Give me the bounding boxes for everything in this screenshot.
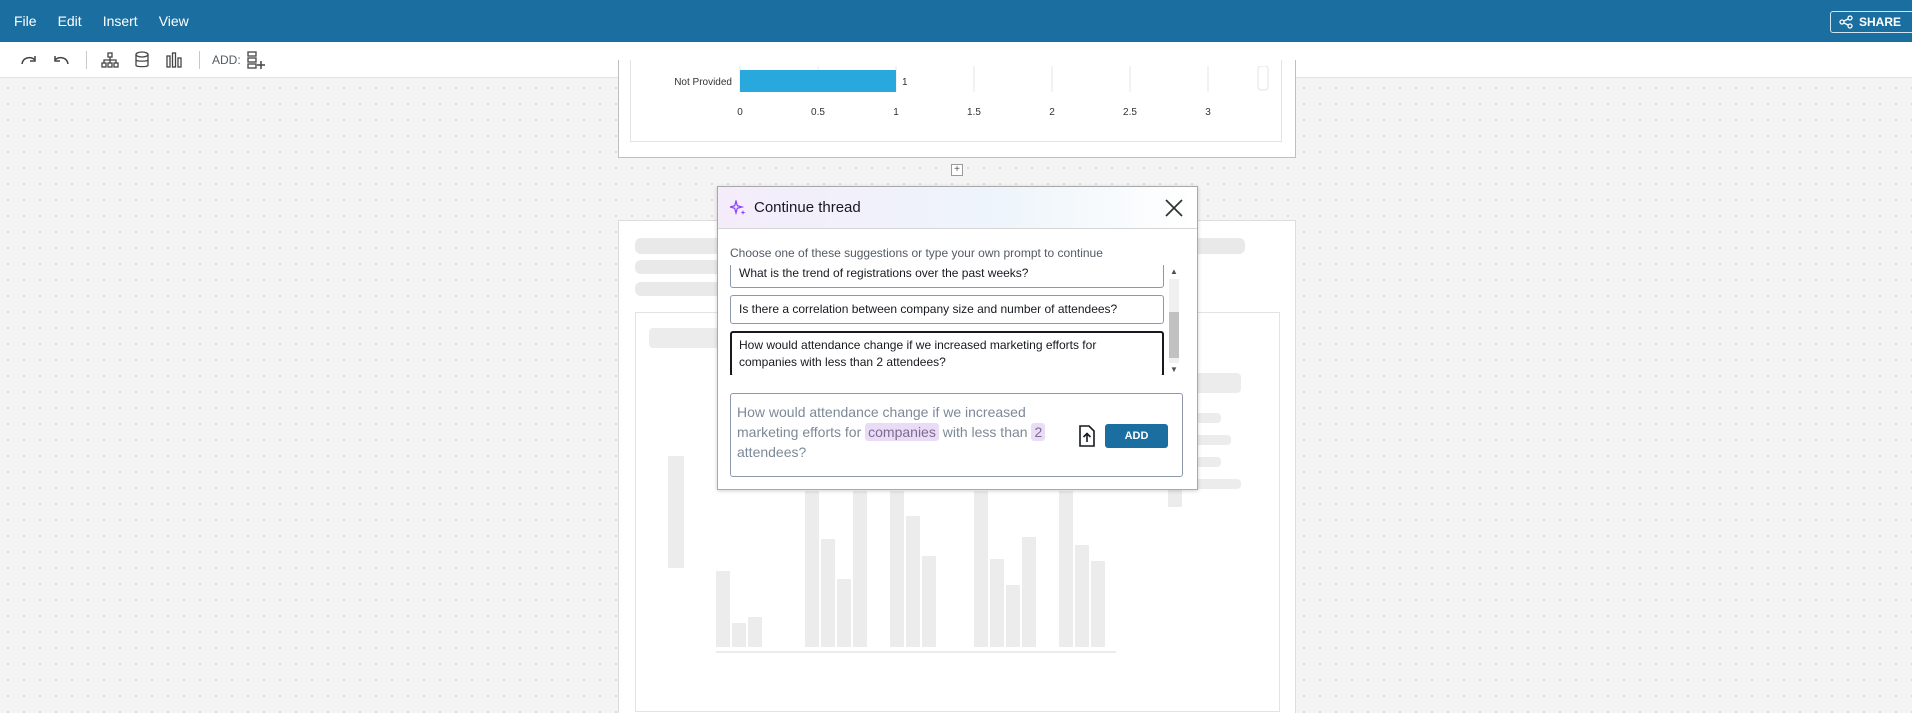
skeleton-column [748, 617, 762, 647]
upload-file-icon[interactable] [1077, 424, 1097, 448]
prompt-text-part: with less than [938, 424, 1032, 440]
menu-insert[interactable]: Insert [103, 13, 138, 29]
add-below-handle[interactable]: + [951, 164, 963, 176]
skeleton-column [890, 491, 904, 647]
x-tick-label: 0 [737, 107, 743, 118]
skeleton-column [732, 623, 746, 647]
skeleton-column [821, 539, 835, 647]
skeleton-column [1075, 545, 1089, 647]
x-tick-label: 1 [893, 107, 899, 118]
suggestion-item-selected[interactable]: How would attendance change if we increa… [730, 331, 1164, 375]
scroll-down-icon[interactable]: ▼ [1170, 365, 1178, 374]
menu-bar: File Edit Insert View SHARE [0, 0, 1912, 42]
x-tick-label: 2 [1049, 107, 1055, 118]
menu-edit[interactable]: Edit [58, 13, 82, 29]
prompt-chip-companies[interactable]: companies [865, 423, 939, 441]
close-icon[interactable] [1163, 197, 1185, 219]
add-visual-icon[interactable] [245, 49, 267, 71]
skeleton-column [1022, 537, 1036, 647]
scrollbar-thumb[interactable] [1169, 312, 1179, 358]
x-tick-label: 0.5 [811, 107, 825, 118]
prompt-chip-number[interactable]: 2 [1031, 423, 1046, 441]
bar [740, 70, 896, 92]
scroll-up-icon[interactable]: ▲ [1170, 267, 1178, 276]
toolbar-divider [86, 50, 87, 69]
skeleton-column [853, 491, 867, 647]
add-button[interactable]: ADD [1105, 424, 1168, 448]
continue-thread-dialog: Continue thread Choose one of these sugg… [717, 186, 1198, 490]
dialog-subtitle: Choose one of these suggestions or type … [730, 246, 1103, 260]
share-button[interactable]: SHARE [1830, 11, 1912, 33]
x-tick-label: 3 [1205, 107, 1211, 118]
skeleton-column [1006, 585, 1020, 647]
sparkle-icon [730, 199, 746, 215]
hierarchy-icon[interactable] [99, 49, 121, 71]
skeleton-title [649, 328, 719, 348]
redo-icon[interactable] [18, 49, 40, 71]
undo-icon[interactable] [50, 49, 72, 71]
bar-chart: 0 0.5 1 1.5 2 2.5 3 Not Provided 1 [674, 66, 1269, 118]
skeleton-column [837, 579, 851, 647]
prompt-input[interactable]: How would attendance change if we increa… [730, 393, 1183, 477]
x-tick-label: 1.5 [967, 107, 981, 118]
add-label: ADD: [212, 52, 241, 67]
toolbar-divider [199, 50, 200, 69]
dialog-title: Continue thread [754, 199, 861, 216]
skeleton-column [922, 556, 936, 647]
prompt-text[interactable]: How would attendance change if we increa… [737, 402, 1067, 462]
skeleton-column [906, 516, 920, 647]
skeleton-column [990, 559, 1004, 647]
suggestion-list: What is the trend of registrations over … [730, 265, 1175, 375]
skeleton-block [1168, 489, 1182, 507]
menu-view[interactable]: View [159, 13, 189, 29]
skeleton-column [1091, 561, 1105, 647]
x-tick-label: 2.5 [1123, 107, 1137, 118]
menu-file[interactable]: File [14, 13, 37, 29]
visual-icon[interactable] [163, 49, 185, 71]
chart-scroll-handle [1257, 66, 1269, 91]
data-label: 1 [902, 77, 908, 88]
skeleton-axis [668, 456, 684, 568]
skeleton-column [805, 491, 819, 647]
skeleton-column [1059, 491, 1073, 647]
suggestion-scrollbar[interactable]: ▲ ▼ [1167, 267, 1181, 377]
skeleton-column [974, 491, 988, 647]
suggestion-item[interactable]: Is there a correlation between company s… [730, 295, 1164, 324]
skeleton-baseline [716, 651, 1116, 653]
dataset-icon[interactable] [131, 49, 153, 71]
suggestion-item[interactable]: What is the trend of registrations over … [730, 265, 1164, 288]
share-label: SHARE [1859, 15, 1902, 29]
dialog-header: Continue thread [718, 187, 1197, 229]
prompt-text-part: attendees? [737, 444, 807, 460]
category-label: Not Provided [674, 77, 732, 88]
skeleton-column [716, 571, 730, 647]
share-icon [1839, 15, 1853, 29]
